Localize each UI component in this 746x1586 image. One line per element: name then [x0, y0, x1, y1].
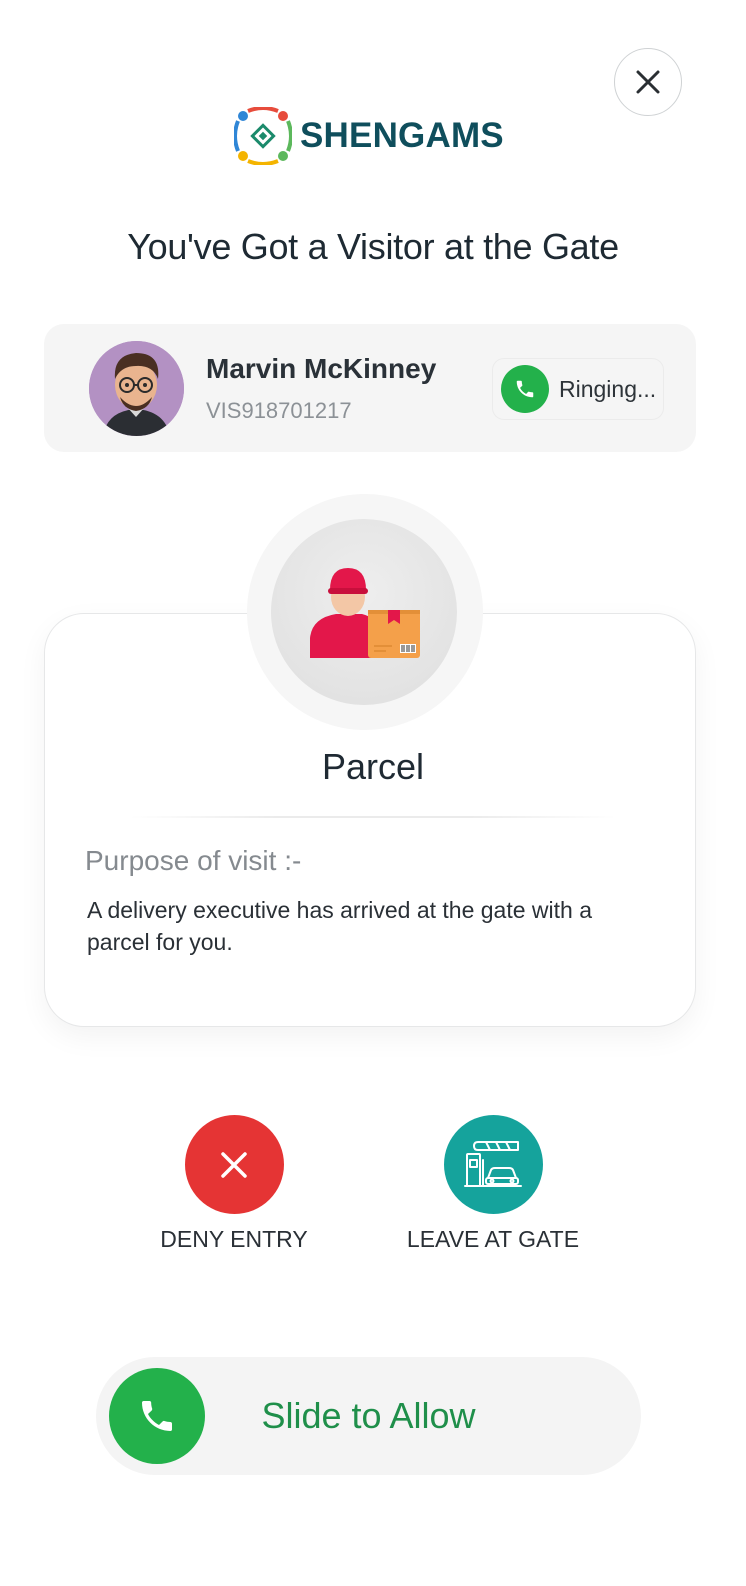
gate-barrier-icon [464, 1140, 522, 1187]
close-button[interactable] [614, 48, 682, 116]
call-status-text: Ringing... [559, 375, 657, 402]
leave-at-gate-button[interactable] [443, 1115, 543, 1214]
leave-at-gate-action: LEAVE AT GATE [393, 1115, 593, 1253]
deny-entry-button[interactable] [184, 1115, 284, 1214]
brand-name: SHENGAMS [300, 116, 504, 155]
visitor-name: Marvin McKinney [206, 353, 437, 384]
visitor-card: Marvin McKinney VIS918701217 Ringing... [44, 324, 696, 452]
avatar [89, 341, 184, 436]
call-status-dot [501, 365, 549, 413]
purpose-text: A delivery executive has arrived at the … [87, 897, 593, 955]
close-icon [636, 70, 660, 94]
leave-at-gate-label: LEAVE AT GATE [406, 1226, 580, 1252]
brand-logo: SHENGAMS [234, 106, 504, 166]
x-icon [221, 1151, 247, 1178]
visitor-id: VIS918701217 [206, 398, 352, 423]
deny-entry-label: DENY ENTRY [160, 1226, 308, 1252]
purpose-label: Purpose of visit :- [85, 845, 302, 876]
slide-to-allow-label: Slide to Allow [261, 1395, 476, 1436]
divider [130, 816, 616, 818]
slide-to-allow-track[interactable]: Slide to Allow [96, 1357, 641, 1475]
visitor-type-label: Parcel [321, 746, 425, 787]
call-status: Ringing... [492, 358, 664, 420]
delivery-person-icon [310, 568, 420, 658]
brand-mark-icon [234, 107, 292, 165]
phone-icon [516, 380, 534, 398]
visitor-type-badge [271, 519, 457, 705]
deny-entry-action: DENY ENTRY [134, 1115, 334, 1253]
page-title: You've Got a Visitor at the Gate [127, 226, 619, 267]
